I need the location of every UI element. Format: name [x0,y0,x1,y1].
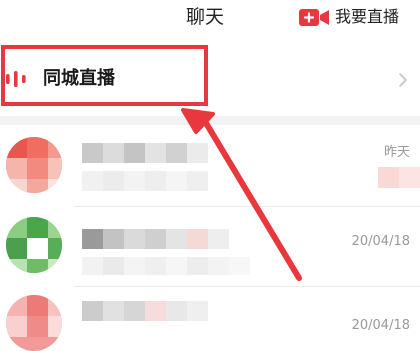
chevron-right-icon [399,73,407,87]
chat-name-blurred [82,143,208,163]
chat-badge-blurred [378,167,420,188]
highlight-box [1,45,208,106]
chat-preview-blurred [82,257,271,275]
avatar [6,137,62,193]
page-title: 聊天 [186,6,225,28]
chat-time: 昨天 [383,145,410,160]
chat-time: 20/04/18 [351,234,410,249]
chat-name-blurred [82,301,208,321]
avatar [6,217,62,273]
top-bar: 聊天 我要直播 [0,0,420,38]
avatar [6,295,62,351]
start-live-button[interactable]: 我要直播 [299,5,399,29]
start-live-label: 我要直播 [335,7,400,26]
chat-time: 20/04/18 [351,318,410,333]
chat-preview-blurred [82,171,250,191]
chat-list-item[interactable]: 昨天 [0,125,420,207]
chat-list-item[interactable]: 20/04/18 [0,287,420,351]
chat-name-blurred [82,229,229,249]
chat-list-item[interactable]: 20/04/18 [0,207,420,287]
video-camera-icon [299,8,329,26]
section-separator [0,116,420,125]
